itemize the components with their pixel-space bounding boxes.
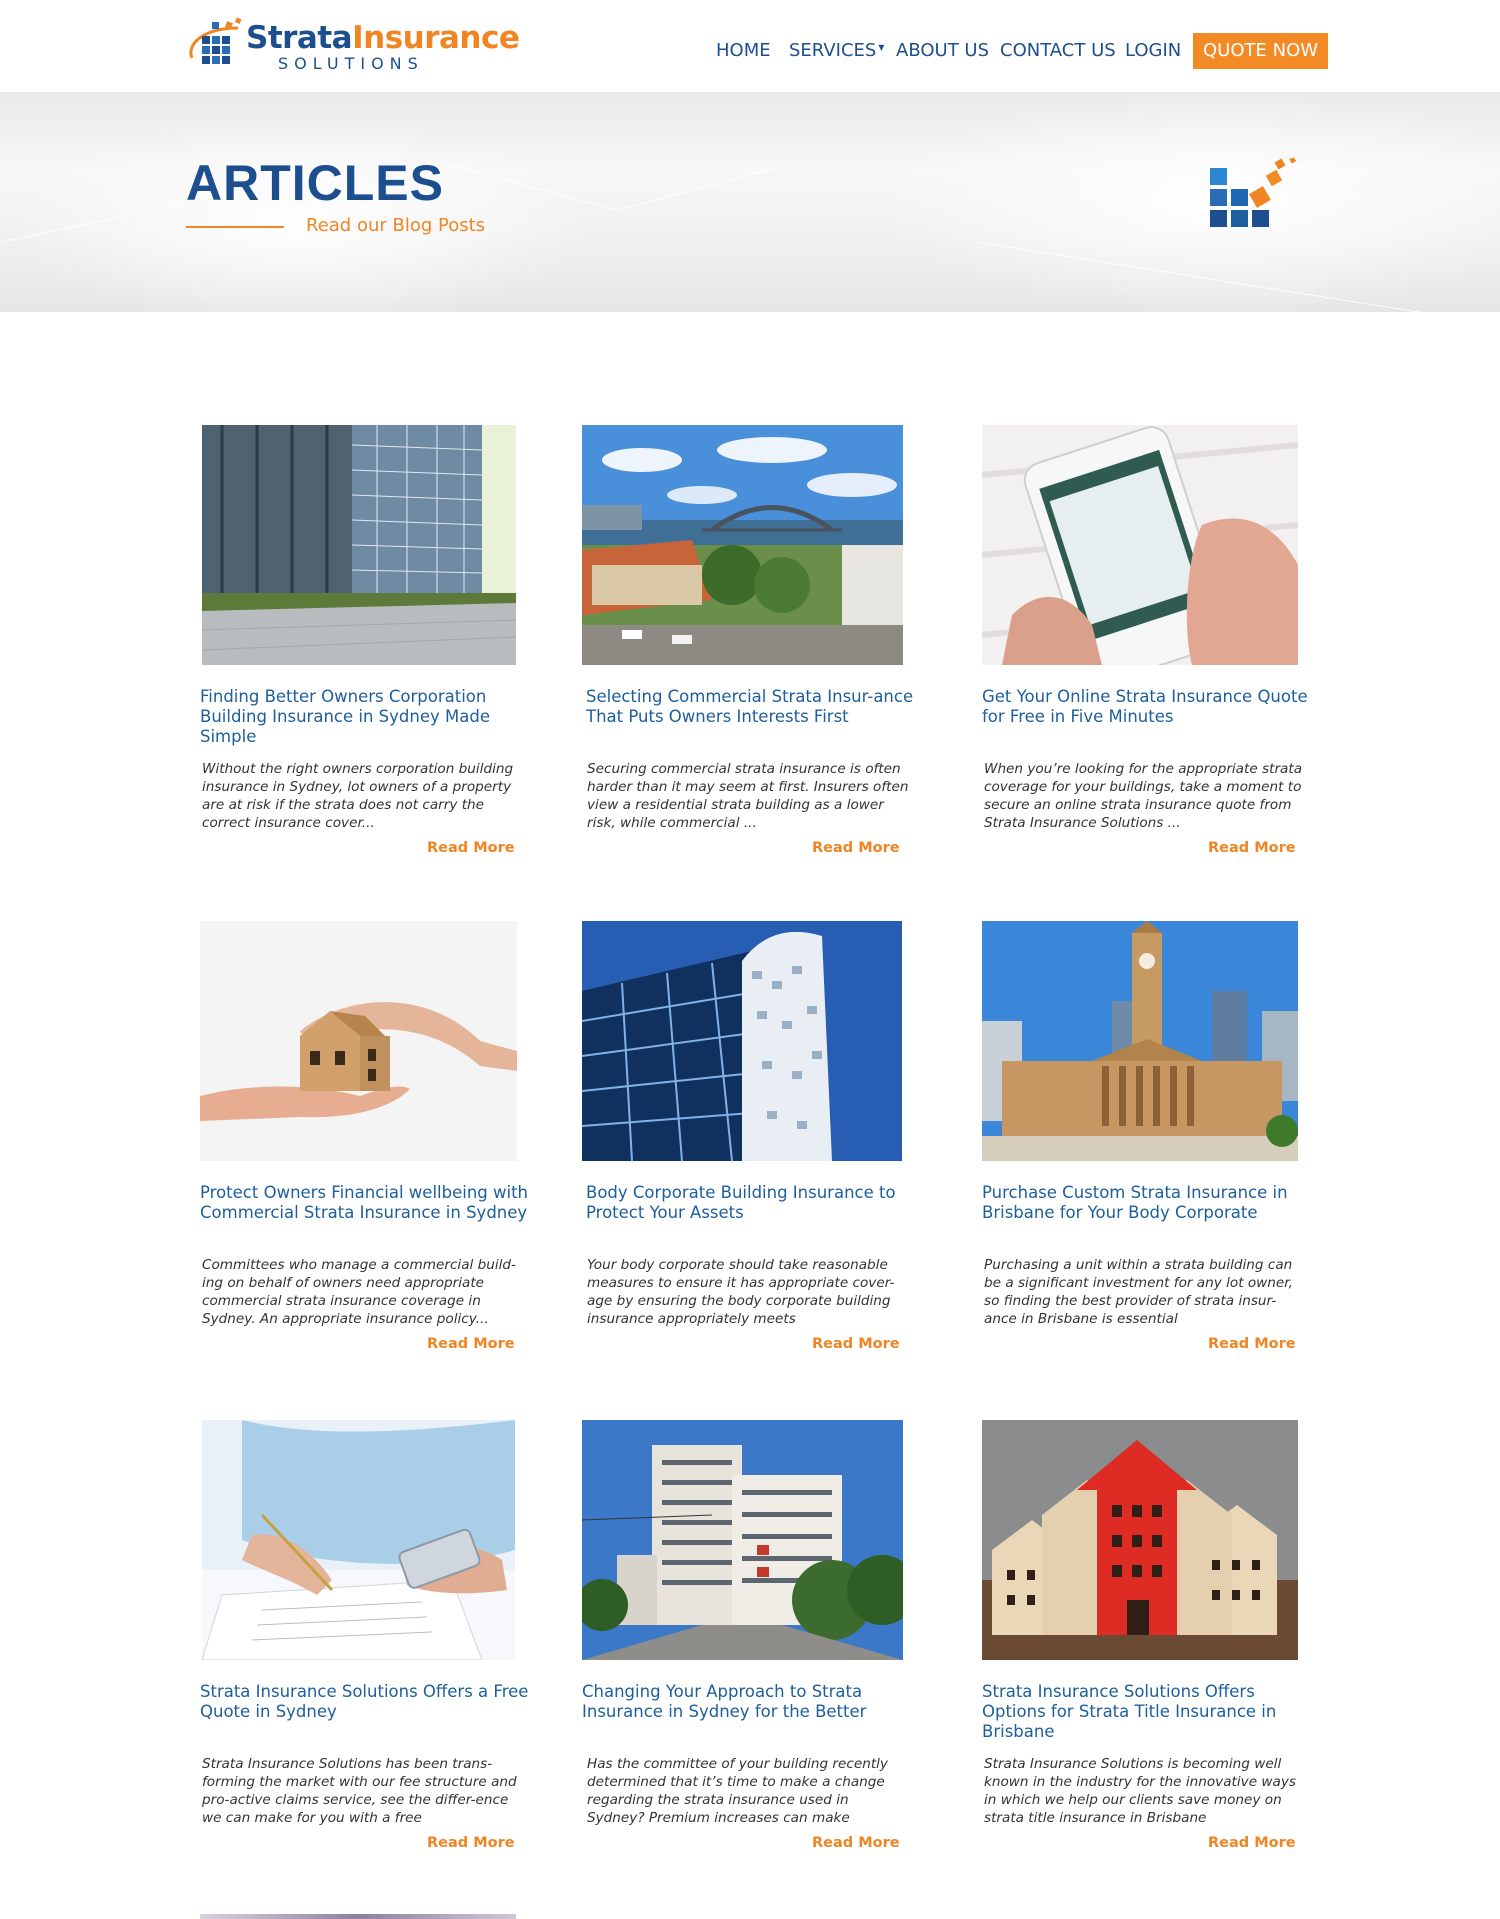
article-image-next-row-partial[interactable] xyxy=(200,1914,516,1919)
read-more-link[interactable]: Read More xyxy=(1208,840,1296,856)
article-title[interactable]: Strata Insurance Solutions Offers Option… xyxy=(982,1682,1312,1742)
read-more-link[interactable]: Read More xyxy=(812,1336,900,1352)
article-card: Finding Better Owners Corporation Buildi… xyxy=(200,425,530,895)
article-card: Get Your Online Strata Insurance Quote f… xyxy=(982,425,1312,895)
article-excerpt: Strata Insurance Solutions has been tran… xyxy=(202,1756,517,1826)
logo-tagline: SOLUTIONS xyxy=(278,54,424,73)
article-excerpt: Strata Insurance Solutions is becoming w… xyxy=(984,1756,1296,1826)
nav-services[interactable]: SERVICES ▾ xyxy=(789,33,884,69)
article-image-wooden-house-hands[interactable] xyxy=(200,921,517,1161)
article-image-harbour-bridge[interactable] xyxy=(582,425,903,665)
article-card: Body Corporate Building Insurance to Pro… xyxy=(582,921,912,1391)
read-more-link[interactable]: Read More xyxy=(1208,1835,1296,1851)
read-more-link[interactable]: Read More xyxy=(427,1835,515,1851)
page-hero-banner: ARTICLES Read our Blog Posts xyxy=(0,92,1500,312)
read-more-link[interactable]: Read More xyxy=(812,1835,900,1851)
nav-login[interactable]: LOGIN xyxy=(1125,33,1181,69)
page-title: ARTICLES xyxy=(186,155,444,211)
hero-decor-line xyxy=(619,167,775,210)
nav-about-us[interactable]: ABOUT US xyxy=(896,33,989,69)
article-title[interactable]: Get Your Online Strata Insurance Quote f… xyxy=(982,687,1312,727)
hero-decor-line xyxy=(979,242,1494,312)
article-card: Selecting Commercial Strata Insur-ance T… xyxy=(582,425,913,895)
article-title[interactable]: Strata Insurance Solutions Offers a Free… xyxy=(200,1682,530,1722)
article-excerpt: When you’re looking for the appropriate … xyxy=(984,761,1303,831)
article-title[interactable]: Purchase Custom Strata Insurance in Bris… xyxy=(982,1183,1312,1223)
title-underline xyxy=(186,226,284,228)
article-excerpt: Without the right owners corporation bui… xyxy=(202,761,514,831)
brand-squares-icon xyxy=(1210,158,1297,227)
article-image-office-tower[interactable] xyxy=(202,425,516,665)
nav-home[interactable]: HOME xyxy=(716,33,771,69)
nav-services-label: SERVICES xyxy=(789,40,877,61)
article-card: Strata Insurance Solutions Offers Option… xyxy=(982,1420,1312,1890)
read-more-link[interactable]: Read More xyxy=(427,1336,515,1352)
article-image-signing-document[interactable] xyxy=(202,1420,515,1660)
nav-contact-us[interactable]: CONTACT US xyxy=(1000,33,1116,69)
article-excerpt: Has the committee of your building recen… xyxy=(587,1756,888,1826)
hero-decor-line xyxy=(439,162,614,210)
article-title[interactable]: Selecting Commercial Strata Insur-ance T… xyxy=(586,687,916,727)
article-card: Protect Owners Financial wellbeing with … xyxy=(200,921,530,1391)
article-image-smartphone[interactable] xyxy=(982,425,1298,665)
article-image-red-house-model[interactable] xyxy=(982,1420,1298,1660)
read-more-link[interactable]: Read More xyxy=(1208,1336,1296,1352)
site-header: StrataInsurance SOLUTIONS HOME SERVICES ▾… xyxy=(0,0,1500,92)
article-image-glass-skyscraper[interactable] xyxy=(582,921,902,1161)
article-title[interactable]: Protect Owners Financial wellbeing with … xyxy=(200,1183,530,1223)
article-excerpt: Securing commercial strata insurance is … xyxy=(587,761,909,831)
logo-wordmark: StrataInsurance xyxy=(246,20,520,56)
site-logo[interactable]: StrataInsurance SOLUTIONS xyxy=(186,14,520,73)
logo-word-insurance: Insurance xyxy=(352,20,520,56)
read-more-link[interactable]: Read More xyxy=(427,840,515,856)
read-more-link[interactable]: Read More xyxy=(812,840,900,856)
article-excerpt: Committees who manage a commercial build… xyxy=(202,1257,516,1327)
article-image-apartment-towers[interactable] xyxy=(582,1420,903,1660)
article-card: Purchase Custom Strata Insurance in Bris… xyxy=(982,921,1312,1391)
article-image-city-hall[interactable] xyxy=(982,921,1298,1161)
article-card: Changing Your Approach to Strata Insuran… xyxy=(582,1420,912,1890)
quote-now-button[interactable]: QUOTE NOW xyxy=(1193,33,1329,69)
article-title[interactable]: Finding Better Owners Corporation Buildi… xyxy=(200,687,530,747)
article-excerpt: Your body corporate should take reasonab… xyxy=(587,1257,895,1327)
article-card: Strata Insurance Solutions Offers a Free… xyxy=(200,1420,530,1890)
article-title[interactable]: Changing Your Approach to Strata Insuran… xyxy=(582,1682,912,1722)
logo-mark-icon xyxy=(189,17,242,64)
page-subtitle: Read our Blog Posts xyxy=(306,215,486,236)
chevron-down-icon: ▾ xyxy=(878,40,885,54)
article-excerpt: Purchasing a unit within a strata buildi… xyxy=(984,1257,1293,1327)
logo-word-strata: Strata xyxy=(246,20,353,56)
article-title[interactable]: Body Corporate Building Insurance to Pro… xyxy=(586,1183,916,1223)
